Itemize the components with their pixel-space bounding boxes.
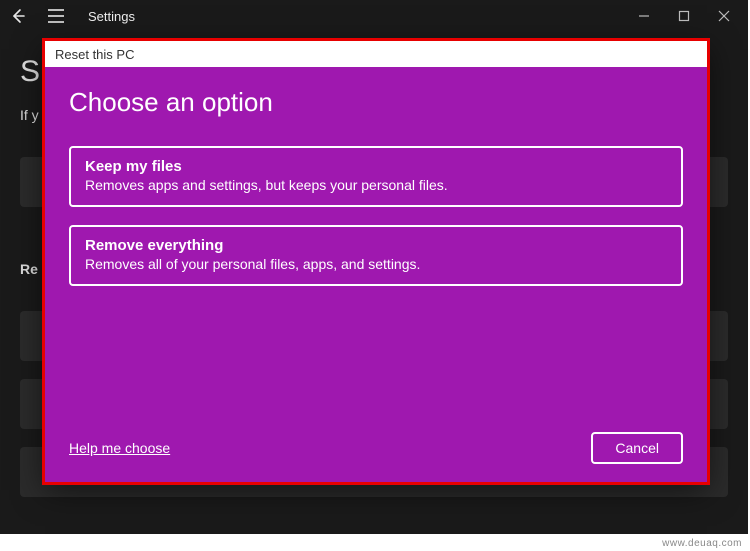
minimize-button[interactable] xyxy=(634,6,654,26)
title-bar: Settings xyxy=(0,0,748,32)
option-title: Keep my files xyxy=(85,158,667,175)
option-description: Removes all of your personal files, apps… xyxy=(85,256,667,272)
maximize-icon xyxy=(678,10,690,22)
option-description: Removes apps and settings, but keeps you… xyxy=(85,177,667,193)
option-title: Remove everything xyxy=(85,237,667,254)
close-icon xyxy=(718,10,730,22)
arrow-left-icon xyxy=(10,8,26,24)
maximize-button[interactable] xyxy=(674,6,694,26)
hamburger-menu-button[interactable] xyxy=(44,4,68,28)
back-button[interactable] xyxy=(6,4,30,28)
app-title: Settings xyxy=(88,9,135,24)
dialog-titlebar: Reset this PC xyxy=(45,41,707,67)
dialog-heading: Choose an option xyxy=(69,87,683,118)
dialog-footer: Help me choose Cancel xyxy=(69,432,683,464)
help-me-choose-link[interactable]: Help me choose xyxy=(69,440,170,456)
reset-dialog: Reset this PC Choose an option Keep my f… xyxy=(45,41,707,482)
settings-window: Settings S If y Re xyxy=(0,0,748,534)
minimize-icon xyxy=(638,10,650,22)
window-controls xyxy=(634,6,744,26)
option-remove-everything[interactable]: Remove everything Removes all of your pe… xyxy=(69,225,683,286)
dialog-body: Choose an option Keep my files Removes a… xyxy=(45,67,707,482)
cancel-button[interactable]: Cancel xyxy=(591,432,683,464)
hamburger-icon xyxy=(47,9,65,23)
title-bar-left: Settings xyxy=(6,4,135,28)
watermark: www.deuaq.com xyxy=(662,538,742,549)
option-keep-my-files[interactable]: Keep my files Removes apps and settings,… xyxy=(69,146,683,207)
close-button[interactable] xyxy=(714,6,734,26)
